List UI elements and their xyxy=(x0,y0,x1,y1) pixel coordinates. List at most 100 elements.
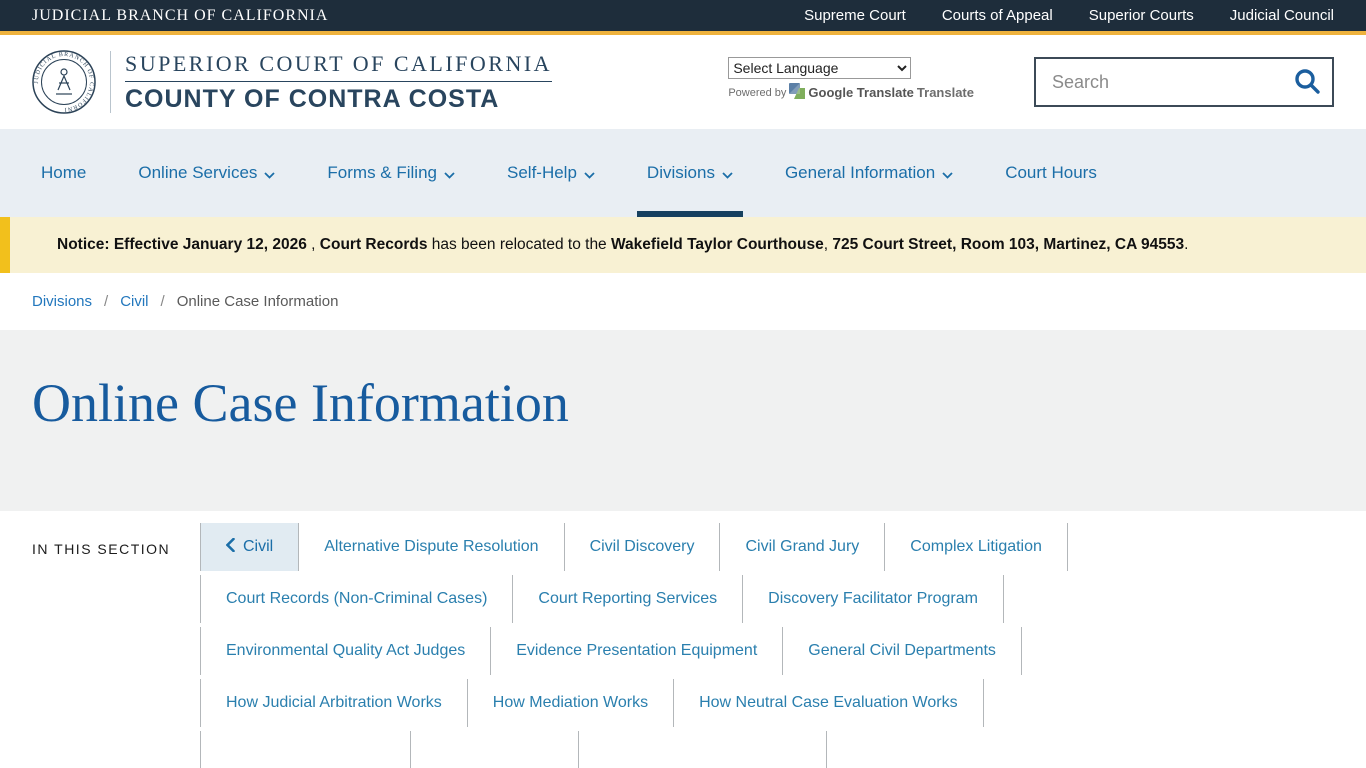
chevron-down-icon xyxy=(584,164,595,184)
tab-discovery-facilitator-program[interactable]: Discovery Facilitator Program xyxy=(742,575,1003,623)
tab-civil-discovery[interactable]: Civil Discovery xyxy=(564,523,720,571)
breadcrumb-civil[interactable]: Civil xyxy=(120,293,148,310)
site-header: JUDICIAL BRANCH OF CALIFORNIA SUPERIOR C… xyxy=(0,35,1366,129)
tab-divider xyxy=(1021,627,1022,675)
nav-item-divisions[interactable]: Divisions xyxy=(637,129,743,217)
breadcrumb-current: Online Case Information xyxy=(177,293,339,310)
tab-court-reporting-services[interactable]: Court Reporting Services xyxy=(512,575,742,623)
google-translate-icon xyxy=(789,83,805,102)
nav-label: General Information xyxy=(785,163,935,183)
tab-row: Civil Alternative Dispute Resolution Civ… xyxy=(200,523,1366,571)
topbar-links: Supreme Court Courts of Appeal Superior … xyxy=(804,7,1334,24)
tab-label: How Neutral Case Evaluation Works xyxy=(699,694,957,712)
nav-label: Home xyxy=(41,163,86,183)
nav-item-online-services[interactable]: Online Services xyxy=(128,129,285,217)
notice-text: Notice: Effective January 12, 2026 , Cou… xyxy=(57,231,1216,259)
tab-label: Civil xyxy=(243,538,273,556)
tab-divider xyxy=(1067,523,1068,571)
notice-segment: Court Records xyxy=(320,236,428,253)
nav-label: Online Services xyxy=(138,163,257,183)
page-title: Online Case Information xyxy=(32,372,1334,434)
tab-evidence-presentation-equipment[interactable]: Evidence Presentation Equipment xyxy=(490,627,782,675)
page-title-band: Online Case Information xyxy=(0,330,1366,511)
notice-banner: Notice: Effective January 12, 2026 , Cou… xyxy=(0,217,1366,273)
tab-label: Court Records (Non-Criminal Cases) xyxy=(226,590,487,608)
tab-civil-grand-jury[interactable]: Civil Grand Jury xyxy=(719,523,884,571)
court-name: SUPERIOR COURT OF CALIFORNIA COUNTY OF C… xyxy=(125,51,552,114)
tab-court-records-non-criminal[interactable]: Court Records (Non-Criminal Cases) xyxy=(200,575,512,623)
language-widget: Select Language Powered by Google Transl… xyxy=(728,57,974,102)
tab-complex-litigation[interactable]: Complex Litigation xyxy=(884,523,1067,571)
tab-label: General Civil Departments xyxy=(808,642,996,660)
tab-row-partial xyxy=(200,731,1366,768)
tab-label: Court Reporting Services xyxy=(538,590,717,608)
chevron-down-icon xyxy=(264,164,275,184)
nav-item-home[interactable]: Home xyxy=(31,129,96,217)
nav-item-court-hours[interactable]: Court Hours xyxy=(995,129,1107,217)
brand-divider xyxy=(110,51,111,113)
tab-alternative-dispute-resolution[interactable]: Alternative Dispute Resolution xyxy=(298,523,563,571)
tab-how-neutral-case-evaluation-works[interactable]: How Neutral Case Evaluation Works xyxy=(673,679,982,727)
nav-label: Forms & Filing xyxy=(327,163,437,183)
header-utilities: Select Language Powered by Google Transl… xyxy=(728,57,1334,107)
court-name-line1: SUPERIOR COURT OF CALIFORNIA xyxy=(125,51,552,82)
nav-item-forms-filing[interactable]: Forms & Filing xyxy=(317,129,465,217)
search-input[interactable] xyxy=(1052,72,1292,93)
tab-label: Complex Litigation xyxy=(910,538,1042,556)
translate-label: Translate xyxy=(917,85,974,100)
main-navigation: Home Online Services Forms & Filing Self… xyxy=(0,129,1366,217)
section-tabs: Civil Alternative Dispute Resolution Civ… xyxy=(200,511,1366,768)
chevron-down-icon xyxy=(444,164,455,184)
notice-segment: 725 Court Street, Room 103, Martinez, CA… xyxy=(832,236,1184,253)
court-home-link[interactable]: JUDICIAL BRANCH OF CALIFORNIA SUPERIOR C… xyxy=(32,50,552,114)
breadcrumb-separator: / xyxy=(104,293,108,310)
tab-how-mediation-works[interactable]: How Mediation Works xyxy=(467,679,673,727)
search-icon xyxy=(1292,66,1322,99)
nav-item-general-information[interactable]: General Information xyxy=(775,129,963,217)
topbar-link-courts-of-appeal[interactable]: Courts of Appeal xyxy=(942,7,1053,24)
breadcrumb: Divisions / Civil / Online Case Informat… xyxy=(0,273,1366,330)
tab-environmental-quality-act-judges[interactable]: Environmental Quality Act Judges xyxy=(200,627,490,675)
tab-label: Evidence Presentation Equipment xyxy=(516,642,757,660)
powered-by-label: Powered by xyxy=(728,87,786,99)
notice-segment: , xyxy=(307,236,320,253)
notice-segment: Notice: Effective January 12, 2026 xyxy=(57,236,307,253)
tab-divider xyxy=(1003,575,1004,623)
government-topbar: JUDICIAL BRANCH OF CALIFORNIA Supreme Co… xyxy=(0,0,1366,35)
tab-label: How Judicial Arbitration Works xyxy=(226,694,442,712)
tab-label: Alternative Dispute Resolution xyxy=(324,538,538,556)
chevron-down-icon xyxy=(722,164,733,184)
judicial-branch-brand: JUDICIAL BRANCH OF CALIFORNIA xyxy=(32,7,328,25)
nav-label: Divisions xyxy=(647,163,715,183)
google-translate-attribution: Powered by Google Translate Translate xyxy=(728,83,974,102)
tab-row: Court Records (Non-Criminal Cases) Court… xyxy=(200,575,1366,623)
language-select[interactable]: Select Language xyxy=(728,57,911,79)
tab-civil[interactable]: Civil xyxy=(200,523,298,571)
in-this-section: IN THIS SECTION Civil Alternative Disput… xyxy=(0,511,1366,768)
topbar-link-judicial-council[interactable]: Judicial Council xyxy=(1230,7,1334,24)
topbar-link-superior-courts[interactable]: Superior Courts xyxy=(1089,7,1194,24)
search-button[interactable] xyxy=(1292,66,1322,99)
tab-row: Environmental Quality Act Judges Evidenc… xyxy=(200,627,1366,675)
topbar-link-supreme-court[interactable]: Supreme Court xyxy=(804,7,906,24)
section-label: IN THIS SECTION xyxy=(0,511,200,768)
tab-divider xyxy=(578,731,826,768)
site-search xyxy=(1034,57,1334,107)
tab-general-civil-departments[interactable]: General Civil Departments xyxy=(782,627,1021,675)
court-name-line2: COUNTY OF CONTRA COSTA xyxy=(125,85,552,114)
breadcrumb-separator: / xyxy=(161,293,165,310)
tab-divider xyxy=(826,731,827,768)
nav-item-self-help[interactable]: Self-Help xyxy=(497,129,605,217)
tab-divider xyxy=(200,731,410,768)
chevron-left-icon xyxy=(226,538,235,557)
notice-segment: . xyxy=(1184,236,1188,253)
tab-divider xyxy=(410,731,578,768)
tab-row: How Judicial Arbitration Works How Media… xyxy=(200,679,1366,727)
tab-how-judicial-arbitration-works[interactable]: How Judicial Arbitration Works xyxy=(200,679,467,727)
tab-label: How Mediation Works xyxy=(493,694,648,712)
notice-segment: has been relocated to the xyxy=(427,236,611,253)
nav-label: Self-Help xyxy=(507,163,577,183)
google-translate-label: Google Translate xyxy=(808,85,913,100)
tab-label: Environmental Quality Act Judges xyxy=(226,642,465,660)
breadcrumb-divisions[interactable]: Divisions xyxy=(32,293,92,310)
